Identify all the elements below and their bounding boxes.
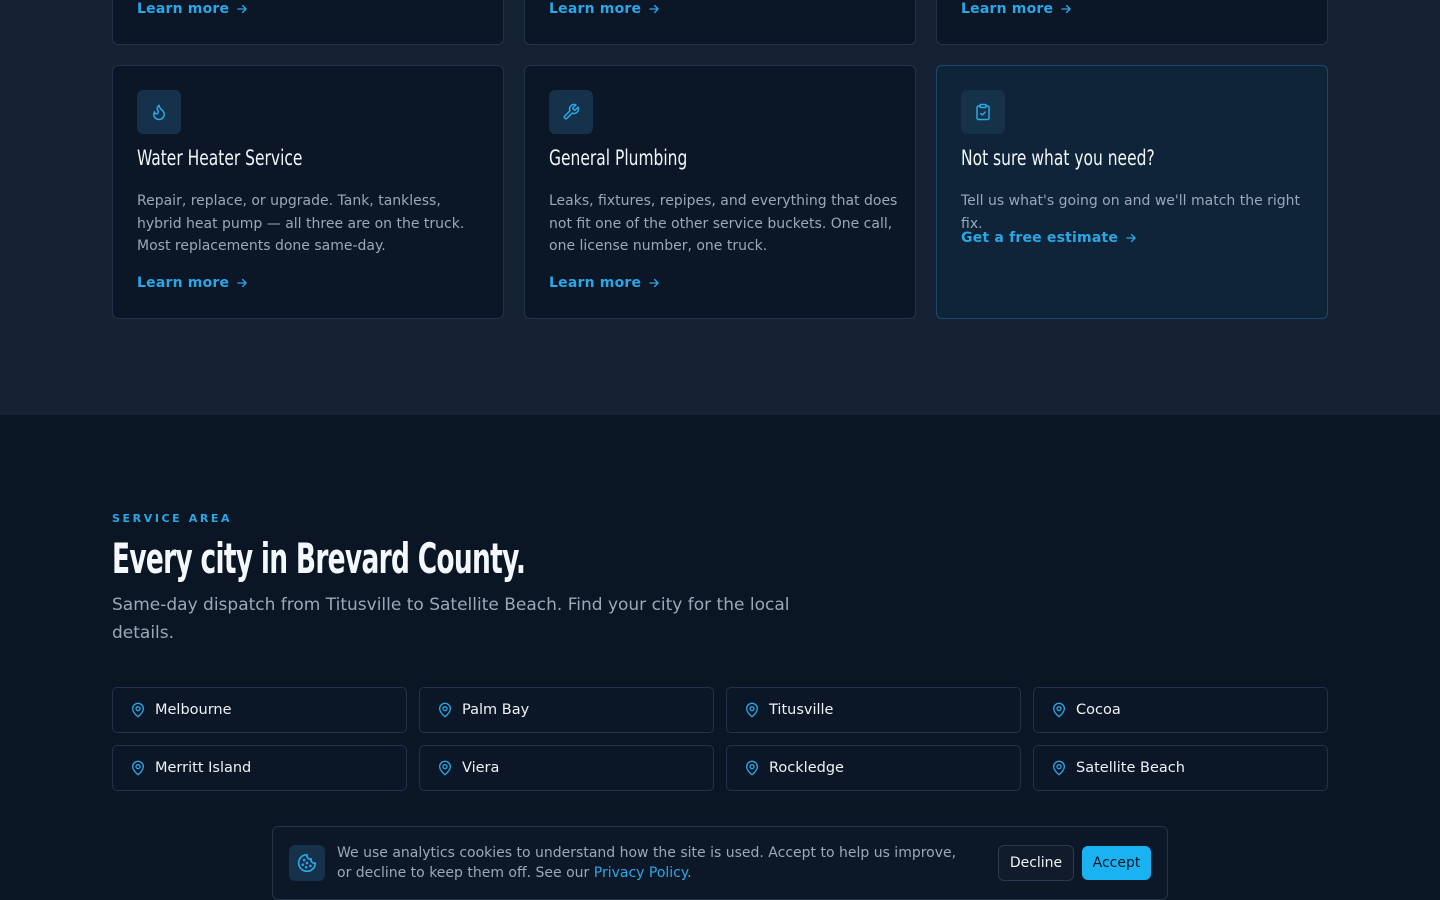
arrow-right-icon <box>237 4 247 14</box>
card-description: Tell us what's going on and we'll match … <box>961 193 1301 232</box>
free-estimate-link[interactable]: Get a free estimate <box>961 230 1138 246</box>
city-name: Satellite Beach <box>1076 760 1185 776</box>
city-name: Melbourne <box>155 702 232 718</box>
city-link[interactable]: Merritt Island <box>112 745 407 791</box>
learn-more-label: Learn more <box>137 275 230 291</box>
cookie-text-end: . <box>687 865 692 881</box>
city-name: Viera <box>462 760 500 776</box>
arrow-right-icon <box>237 278 247 288</box>
cookie-icon <box>297 853 317 873</box>
learn-more-link[interactable]: Learn more <box>549 275 661 291</box>
city-link[interactable]: Palm Bay <box>419 687 714 733</box>
learn-more-link[interactable]: Learn more <box>961 1 1073 17</box>
map-pin-icon <box>1053 702 1065 718</box>
card-title: Water Heater Service <box>137 146 303 170</box>
learn-more-link[interactable]: Learn more <box>137 1 249 17</box>
arrow-right-icon <box>649 278 659 288</box>
city-link[interactable]: Melbourne <box>112 687 407 733</box>
city-name: Merritt Island <box>155 760 252 776</box>
card-description: Repair, replace, or upgrade. Tank, tankl… <box>137 193 465 254</box>
city-link[interactable]: Satellite Beach <box>1033 745 1328 791</box>
clipboard-icon-box <box>961 90 1005 134</box>
service-card-water-heater: Water Heater Service Repair, replace, or… <box>112 65 504 319</box>
free-estimate-label: Get a free estimate <box>961 230 1119 246</box>
city-name: Titusville <box>769 702 834 718</box>
map-pin-icon <box>132 760 144 776</box>
decline-button[interactable]: Decline <box>998 845 1074 881</box>
map-pin-icon <box>1053 760 1065 776</box>
city-name: Rockledge <box>769 760 844 776</box>
service-card-general-plumbing: General Plumbing Leaks, fixtures, repipe… <box>524 65 916 319</box>
cookie-banner: We use analytics cookies to understand h… <box>272 826 1168 900</box>
learn-more-label: Learn more <box>549 1 642 17</box>
city-link[interactable]: Cocoa <box>1033 687 1328 733</box>
card-description: Leaks, fixtures, repipes, and everything… <box>549 193 898 254</box>
accept-button[interactable]: Accept <box>1082 846 1151 880</box>
learn-more-label: Learn more <box>137 1 230 17</box>
city-link[interactable]: Titusville <box>726 687 1021 733</box>
section-eyebrow: SERVICE AREA <box>112 512 233 525</box>
service-card-top-1: Learn more <box>112 0 504 45</box>
cookie-message: We use analytics cookies to understand h… <box>337 843 957 883</box>
clipboard-check-icon <box>976 103 990 121</box>
section-title: Every city in Brevard County. <box>112 534 526 583</box>
map-pin-icon <box>132 702 144 718</box>
services-section: Learn more Learn more Learn more Water H… <box>0 0 1440 415</box>
city-name: Palm Bay <box>462 702 530 718</box>
map-pin-icon <box>746 760 758 776</box>
map-pin-icon <box>746 702 758 718</box>
wrench-icon-box <box>549 90 593 134</box>
learn-more-label: Learn more <box>961 1 1054 17</box>
card-title: Not sure what you need? <box>961 146 1155 170</box>
arrow-right-icon <box>649 4 659 14</box>
card-title: General Plumbing <box>549 146 688 170</box>
flame-icon-box <box>137 90 181 134</box>
wrench-icon <box>563 103 580 120</box>
learn-more-link[interactable]: Learn more <box>137 275 249 291</box>
learn-more-link[interactable]: Learn more <box>549 1 661 17</box>
section-subtitle: Same-day dispatch from Titusville to Sat… <box>112 595 790 643</box>
privacy-policy-link[interactable]: Privacy Policy <box>594 865 687 881</box>
flame-icon <box>153 104 165 121</box>
map-pin-icon <box>439 760 451 776</box>
cookie-icon-box <box>289 845 325 881</box>
learn-more-label: Learn more <box>549 275 642 291</box>
arrow-right-icon <box>1061 4 1071 14</box>
city-name: Cocoa <box>1076 702 1121 718</box>
service-card-top-2: Learn more <box>524 0 916 45</box>
map-pin-icon <box>439 702 451 718</box>
city-link[interactable]: Viera <box>419 745 714 791</box>
arrow-right-icon <box>1126 233 1136 243</box>
service-card-top-3: Learn more <box>936 0 1328 45</box>
estimate-card: Not sure what you need? Tell us what's g… <box>936 65 1328 319</box>
city-link[interactable]: Rockledge <box>726 745 1021 791</box>
